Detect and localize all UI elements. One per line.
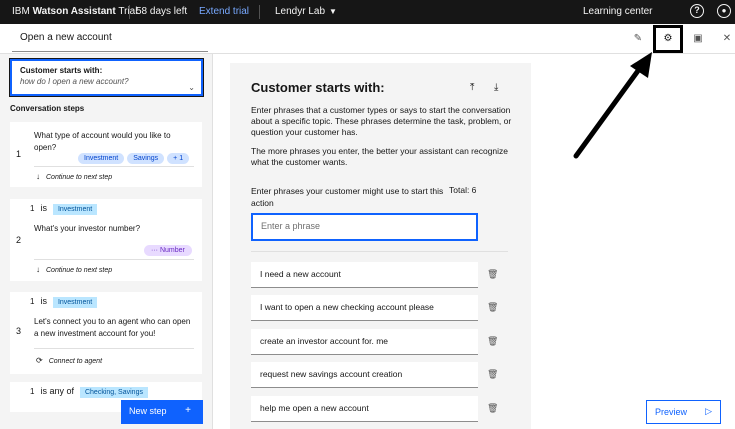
trash-icon[interactable]: 🗑 <box>487 369 498 380</box>
option-tag: Investment <box>78 153 125 164</box>
trash-icon[interactable]: 🗑 <box>487 269 498 280</box>
step-continue: ↓ Continue to next step <box>36 172 112 181</box>
response-type: ··· Number <box>144 239 192 257</box>
upload-icon[interactable]: ⤒ <box>470 82 474 93</box>
step-condition: 1 is Investment <box>30 203 98 215</box>
close-icon[interactable]: ✕ <box>719 31 735 47</box>
condition-variable: 1 <box>30 204 35 213</box>
trash-icon[interactable]: 🗑 <box>487 302 498 313</box>
phrase-total: Total: 6 <box>449 185 477 195</box>
step-continue: ↓ Continue to next step <box>36 265 112 274</box>
workspace-name: Lendyr Lab <box>275 6 326 17</box>
new-step-button[interactable]: New step + <box>121 400 203 424</box>
step-question: Let's connect you to an agent who can op… <box>34 317 191 338</box>
brand-trial: Trial <box>118 6 138 17</box>
extend-trial-link[interactable]: Extend trial <box>199 6 249 17</box>
customer-starts-title: Customer starts with: <box>20 66 103 75</box>
step-continue: ⟳ Connect to agent <box>36 356 102 365</box>
phrase-item[interactable]: I need a new account <box>251 262 478 288</box>
step-card-3[interactable]: 1 is Investment Let's connect you to an ag… <box>10 292 202 374</box>
gear-icon: ⚙ <box>663 33 673 44</box>
download-icon[interactable]: ⤓ <box>494 82 498 93</box>
play-icon: ▷ <box>705 406 712 416</box>
plus-icon: + <box>185 405 191 416</box>
user-icon[interactable]: ● <box>717 4 731 18</box>
continue-text: Connect to agent <box>48 358 103 365</box>
divider <box>251 251 508 252</box>
divider <box>34 348 194 349</box>
trash-icon[interactable]: 🗑 <box>487 336 498 347</box>
condition-value: Investment <box>52 297 98 308</box>
edit-icon[interactable]: ✎ <box>630 31 646 47</box>
new-step-label: New step <box>129 406 167 416</box>
enter-phrases-label: Enter phrases your customer might use to… <box>251 186 444 208</box>
customer-starts-card[interactable]: Customer starts with: how do I open a ne… <box>9 58 204 97</box>
option-tag: + 1 <box>167 153 190 164</box>
step-card-1[interactable]: What type of account would you like to o… <box>10 122 202 187</box>
divider <box>34 166 194 167</box>
step-card-2[interactable]: 1 is Investment What's your investor numbe… <box>10 199 202 281</box>
arrow-down-icon: ↓ <box>36 172 40 181</box>
condition-variable: 1 <box>30 297 35 306</box>
save-icon[interactable]: ▣ <box>690 31 706 47</box>
workspace-switcher[interactable]: Lendyr Lab ▼ <box>275 6 337 17</box>
step-question: What's your investor number? <box>34 224 141 233</box>
response-type-label: Number <box>159 247 185 254</box>
phrase-input[interactable]: Enter a phrase <box>251 213 478 241</box>
divider <box>129 5 130 19</box>
chevron-down-icon: ▼ <box>329 7 337 16</box>
continue-text: Continue to next step <box>46 174 113 181</box>
annotation-arrow <box>573 52 652 159</box>
phrase-item[interactable]: help me open a new account <box>251 396 478 422</box>
panel-title: Customer starts with: <box>251 80 385 95</box>
product-brand[interactable]: IBM Watson Assistant Trial <box>12 6 137 17</box>
brand-product: Watson Assistant <box>32 6 116 17</box>
agent-icon: ⟳ <box>36 356 43 365</box>
step-number: 2 <box>16 235 22 245</box>
continue-text: Continue to next step <box>46 267 113 274</box>
panel-description: Enter phrases that a customer types or s… <box>251 105 512 137</box>
phrase-item[interactable]: request new savings account creation <box>251 362 478 388</box>
trash-icon[interactable]: 🗑 <box>487 403 498 414</box>
step-condition: 1 is Investment <box>30 296 98 308</box>
customer-starts-panel: Customer starts with: ⤒ ⤓ Enter phrases … <box>230 63 531 429</box>
conversation-steps-label: Conversation steps <box>10 104 85 113</box>
learning-center-link[interactable]: Learning center <box>583 6 653 17</box>
preview-button[interactable]: Preview ▷ <box>646 400 721 424</box>
action-name-field[interactable]: Open a new account <box>12 32 208 52</box>
phrase-item[interactable]: I want to open a new checking account pl… <box>251 295 478 321</box>
phrase-item[interactable]: create an investor account for. me <box>251 329 478 355</box>
condition-value: Checking, Savings <box>79 387 148 398</box>
chevron-down-icon: ⌄ <box>188 83 195 92</box>
preview-label: Preview <box>655 407 688 417</box>
condition-operator: is <box>40 296 47 306</box>
step-condition: 1 is any of Checking, Savings <box>30 386 148 398</box>
panel-description-2: The more phrases you enter, the better y… <box>251 146 509 167</box>
condition-operator: is any of <box>40 386 74 396</box>
divider <box>259 5 260 19</box>
customer-starts-example: how do I open a new account? <box>20 77 129 86</box>
step-number: 3 <box>16 326 22 336</box>
condition-value: Investment <box>52 204 98 215</box>
option-tag: Savings <box>127 153 165 164</box>
step-options: Investment Savings + 1 <box>78 147 192 165</box>
top-navigation-bar: IBM Watson Assistant Trial 58 days left … <box>0 0 735 24</box>
divider <box>34 259 194 260</box>
days-left-text: 58 days left <box>136 6 188 17</box>
condition-variable: 1 <box>30 387 35 396</box>
help-icon[interactable]: ? <box>690 4 704 18</box>
steps-sidebar: Customer starts with: how do I open a ne… <box>0 54 213 429</box>
step-number: 1 <box>16 149 22 159</box>
arrow-down-icon: ↓ <box>36 265 40 274</box>
brand-ibm: IBM <box>12 6 30 17</box>
number-type-tag: ··· Number <box>144 245 192 256</box>
condition-operator: is <box>40 203 47 213</box>
